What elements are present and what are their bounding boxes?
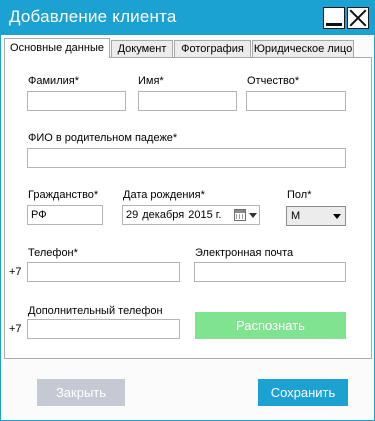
chevron-down-icon[interactable] bbox=[249, 213, 257, 218]
phone-field[interactable] bbox=[27, 262, 180, 282]
birth-year: 2015 г. bbox=[188, 209, 222, 221]
extra-phone-prefix: +7 bbox=[9, 323, 22, 335]
citizenship-field[interactable]: РФ bbox=[27, 205, 103, 225]
extra-phone-label: Дополнительный телефон bbox=[28, 305, 163, 317]
gender-value: М bbox=[291, 210, 301, 222]
phone-label: Телефон* bbox=[28, 247, 78, 259]
phone-prefix: +7 bbox=[9, 266, 22, 278]
save-button[interactable]: Сохранить bbox=[258, 379, 348, 406]
genitive-name-field[interactable] bbox=[27, 148, 346, 168]
genitive-name-label: ФИО в родительном падеже* bbox=[28, 132, 178, 144]
birth-date-picker[interactable]: 29 декабря 2015 г. bbox=[122, 205, 260, 225]
last-name-field[interactable] bbox=[27, 91, 126, 111]
first-name-label: Имя* bbox=[138, 75, 164, 87]
chevron-down-icon bbox=[333, 214, 341, 219]
patronymic-field[interactable] bbox=[246, 91, 346, 111]
add-client-window: Добавление клиента Основные данные Докум… bbox=[0, 0, 375, 421]
birth-day: 29 bbox=[126, 209, 139, 221]
gender-label: Пол* bbox=[287, 189, 312, 201]
email-field[interactable] bbox=[194, 262, 346, 282]
tab-document[interactable]: Документ bbox=[111, 40, 173, 57]
patronymic-label: Отчество* bbox=[247, 75, 300, 87]
email-label: Электронная почта bbox=[195, 247, 294, 259]
close-icon[interactable] bbox=[347, 7, 369, 29]
tab-photo[interactable]: Фотография bbox=[174, 40, 251, 57]
tab-bar: Основные данные Документ Фотография Юрид… bbox=[4, 38, 374, 58]
tab-legal-entity[interactable]: Юридическое лицо bbox=[252, 40, 354, 57]
window-title: Добавление клиента bbox=[9, 7, 177, 26]
last-name-label: Фамилия* bbox=[28, 75, 79, 87]
birth-date-label: Дата рождения* bbox=[123, 189, 205, 201]
calendar-icon[interactable] bbox=[234, 209, 246, 221]
title-bar[interactable]: Добавление клиента bbox=[1, 1, 374, 35]
recognize-button[interactable]: Распознать bbox=[195, 312, 346, 339]
first-name-field[interactable] bbox=[138, 91, 237, 111]
gender-select[interactable]: М bbox=[286, 206, 346, 226]
extra-phone-field[interactable] bbox=[27, 319, 180, 339]
citizenship-label: Гражданство* bbox=[28, 189, 99, 201]
minimize-icon[interactable] bbox=[323, 7, 345, 29]
tab-main-data[interactable]: Основные данные bbox=[4, 38, 110, 58]
close-button[interactable]: Закрыть bbox=[37, 379, 125, 406]
birth-month: декабря bbox=[142, 209, 185, 221]
